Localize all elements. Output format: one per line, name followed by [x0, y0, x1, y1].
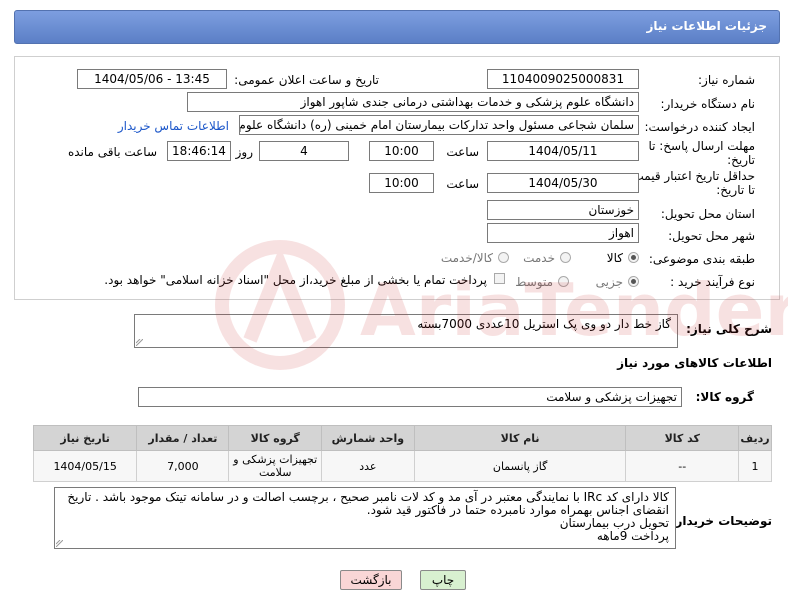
category-option-goods: کالا	[606, 251, 623, 265]
item-name-cell: گاز پانسمان	[413, 450, 627, 482]
buyer-notes-line: پرداخت 9ماهه	[596, 529, 669, 543]
requester-field[interactable]: سلمان شجاعی مسئول واحد تدارکات بیمارستان…	[239, 115, 639, 135]
category-radio-service[interactable]	[560, 252, 571, 263]
remaining-time-field[interactable]: 18:46:14	[167, 141, 231, 161]
table-header-row: ردیف کد کالا نام کالا واحد شمارش گروه کا…	[32, 425, 772, 451]
validity-date-field[interactable]: 1404/05/30	[487, 173, 639, 193]
items-table: ردیف کد کالا نام کالا واحد شمارش گروه کا…	[32, 425, 772, 482]
table-header-cell: کد کالا	[625, 425, 740, 451]
validity-time-label: ساعت	[446, 177, 479, 191]
buyer-org-label: نام دستگاه خریدار:	[660, 97, 756, 111]
goods-group-label: گروه کالا:	[695, 390, 754, 404]
unit-cell: عدد	[320, 450, 415, 482]
deadline-date-field[interactable]: 1404/05/11	[487, 141, 639, 161]
deadline-time-label: ساعت	[446, 145, 479, 159]
days-remaining-field[interactable]: 4	[259, 141, 349, 161]
process-option-minor: جزیی	[595, 275, 623, 289]
deadline-label-1: مهلت ارسال پاسخ: تا	[648, 139, 755, 153]
city-label: شهر محل تحویل:	[668, 229, 755, 243]
requester-label: ایجاد کننده درخواست:	[644, 120, 755, 134]
buyer-notes-textarea[interactable]: کالا دارای کد IRc با نمایندگی معتبر در آ…	[54, 487, 676, 549]
table-header-cell: تعداد / مقدار	[136, 425, 230, 451]
city-field[interactable]: اهواز	[487, 223, 639, 243]
need-number-label: شماره نیاز:	[698, 73, 755, 87]
buyer-contact-link[interactable]: اطلاعات تماس خریدار	[118, 119, 229, 133]
validity-time-field[interactable]: 10:00	[369, 173, 434, 193]
summary-text: گاز خط دار دو وی پک استریل 10عددی 7000بس…	[417, 317, 671, 331]
goods-section-title: اطلاعات کالاهای مورد نیاز	[617, 356, 772, 370]
table-row[interactable]: 1 -- گاز پانسمان عدد تجهیزات پزشکی و سلا…	[32, 450, 772, 482]
deadline-label-2: تاریخ:	[727, 153, 755, 167]
category-radio-goods-service[interactable]	[498, 252, 509, 263]
quantity-cell: 7,000	[136, 450, 230, 482]
category-option-service: خدمت	[523, 251, 555, 265]
deadline-time-field[interactable]: 10:00	[369, 141, 434, 161]
process-radio-minor[interactable]	[628, 276, 639, 287]
item-code-cell: --	[625, 450, 740, 482]
province-field[interactable]: خوزستان	[487, 200, 639, 220]
table-header-cell: گروه کالا	[228, 425, 322, 451]
announce-field[interactable]: 1404/05/06 - 13:45	[77, 69, 227, 89]
item-group-cell: تجهیزات پزشکی و سلامت	[228, 450, 322, 482]
summary-textarea[interactable]: گاز خط دار دو وی پک استریل 10عددی 7000بس…	[134, 314, 678, 348]
validity-label-2: تا تاریخ:	[716, 183, 755, 197]
summary-label: شرح کلی نیاز:	[686, 322, 772, 336]
goods-group-field[interactable]: تجهیزات پزشکی و سلامت	[138, 387, 682, 407]
treasury-payment-checkbox[interactable]	[494, 273, 505, 284]
process-radio-medium[interactable]	[558, 276, 569, 287]
back-button[interactable]: بازگشت	[340, 570, 402, 590]
resize-grip-icon[interactable]	[56, 540, 63, 547]
print-button[interactable]: چاپ	[420, 570, 466, 590]
table-header-cell: نام کالا	[413, 425, 627, 451]
resize-grip-icon[interactable]	[136, 339, 143, 346]
page-title: جزئیات اطلاعات نیاز	[646, 19, 767, 33]
need-info-form: شماره نیاز: 1104009025000831 تاریخ و ساع…	[14, 56, 780, 300]
need-date-cell: 1404/05/15	[32, 450, 138, 482]
buyer-notes-label: توضیحات خریدار:	[670, 514, 772, 528]
category-option-goods-service: کالا/خدمت	[440, 251, 493, 265]
need-number-field[interactable]: 1104009025000831	[487, 69, 639, 89]
page-header: جزئیات اطلاعات نیاز	[14, 10, 780, 44]
process-option-medium: متوسط	[515, 275, 553, 289]
buyer-org-field[interactable]: دانشگاه علوم پزشکی و خدمات بهداشتی درمان…	[187, 92, 639, 112]
table-header-cell: واحد شمارش	[320, 425, 415, 451]
category-radio-goods[interactable]	[628, 252, 639, 263]
table-header-cell: تاریخ نیاز	[32, 425, 138, 451]
remaining-label: ساعت باقی مانده	[67, 145, 157, 159]
row-number-cell: 1	[738, 450, 772, 482]
process-label: نوع فرآیند خرید :	[670, 275, 755, 289]
announce-label: تاریخ و ساعت اعلان عمومی:	[234, 73, 379, 87]
validity-label-1: حداقل تاریخ اعتبار قیمت:	[628, 169, 755, 183]
province-label: استان محل تحویل:	[660, 207, 755, 221]
buyer-notes-line: تحویل درب بیمارستان	[559, 516, 669, 530]
category-label: طبقه بندی موضوعی:	[648, 252, 755, 266]
treasury-payment-note: پرداخت تمام یا بخشی از مبلغ خرید،از محل …	[104, 273, 487, 287]
table-header-cell: ردیف	[738, 425, 772, 451]
